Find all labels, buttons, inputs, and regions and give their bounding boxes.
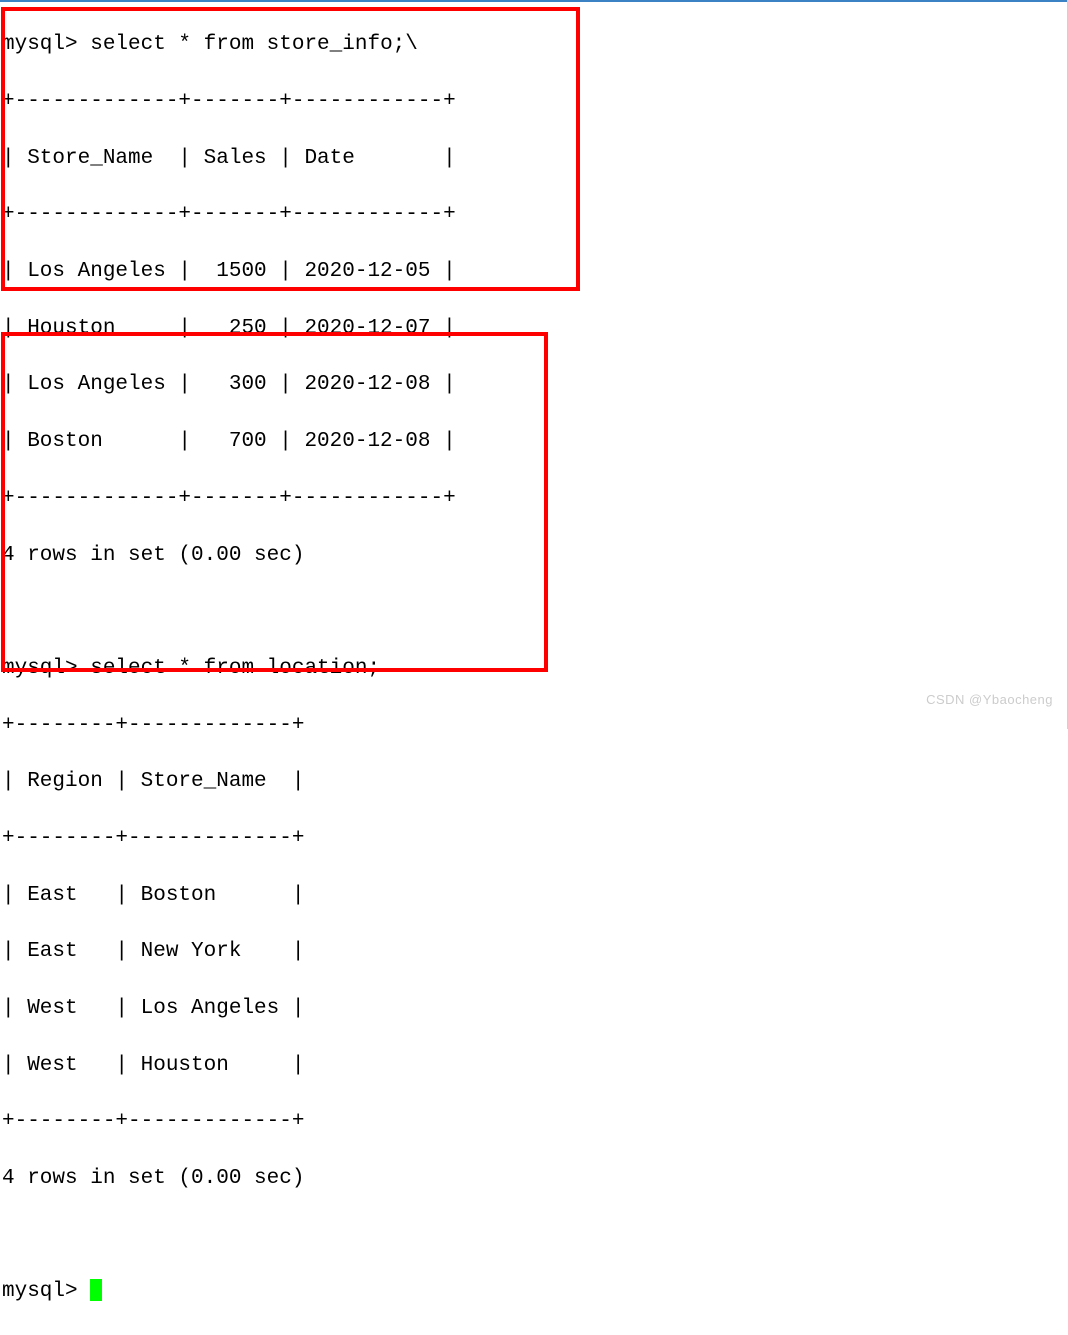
query2-result: 4 rows in set (0.00 sec) — [2, 1165, 1068, 1193]
table-row: | West | Los Angeles | — [2, 995, 1068, 1023]
query1-command: select * from store_info;\ — [90, 33, 418, 56]
query1-header: | Store_Name | Sales | Date | — [2, 145, 1068, 173]
mysql-prompt: mysql> — [2, 657, 90, 680]
query2-separator-bottom: +--------+-------------+ — [2, 1108, 1068, 1136]
terminal-output[interactable]: mysql> select * from store_info;\ +-----… — [0, 3, 1068, 1335]
query1-separator-top: +-------------+-------+------------+ — [2, 88, 1068, 116]
blank-line — [2, 1222, 1068, 1250]
query2-separator-mid: +--------+-------------+ — [2, 825, 1068, 853]
query2-command: select * from location; — [90, 657, 380, 680]
query1-separator-bottom: +-------------+-------+------------+ — [2, 485, 1068, 513]
prompt-line[interactable]: mysql> — [2, 1278, 1068, 1306]
query1-result: 4 rows in set (0.00 sec) — [2, 542, 1068, 570]
mysql-prompt: mysql> — [2, 1280, 90, 1303]
table-row: | Los Angeles | 300 | 2020-12-08 | — [2, 371, 1068, 399]
table-row: | Boston | 700 | 2020-12-08 | — [2, 428, 1068, 456]
table-row: | East | New York | — [2, 938, 1068, 966]
query2-separator-top: +--------+-------------+ — [2, 712, 1068, 740]
table-row: | West | Houston | — [2, 1052, 1068, 1080]
table-row: | Houston | 250 | 2020-12-07 | — [2, 315, 1068, 343]
watermark: CSDN @Ybaocheng — [926, 691, 1053, 709]
mysql-prompt: mysql> — [2, 33, 90, 56]
table-row: | East | Boston | — [2, 882, 1068, 910]
query1-command-line: mysql> select * from store_info;\ — [2, 31, 1068, 59]
window-top-border — [0, 0, 1068, 2]
cursor-icon — [90, 1279, 102, 1301]
table-row: | Los Angeles | 1500 | 2020-12-05 | — [2, 258, 1068, 286]
query1-separator-mid: +-------------+-------+------------+ — [2, 201, 1068, 229]
blank-line — [2, 598, 1068, 626]
query2-header: | Region | Store_Name | — [2, 768, 1068, 796]
query2-command-line: mysql> select * from location; — [2, 655, 1068, 683]
